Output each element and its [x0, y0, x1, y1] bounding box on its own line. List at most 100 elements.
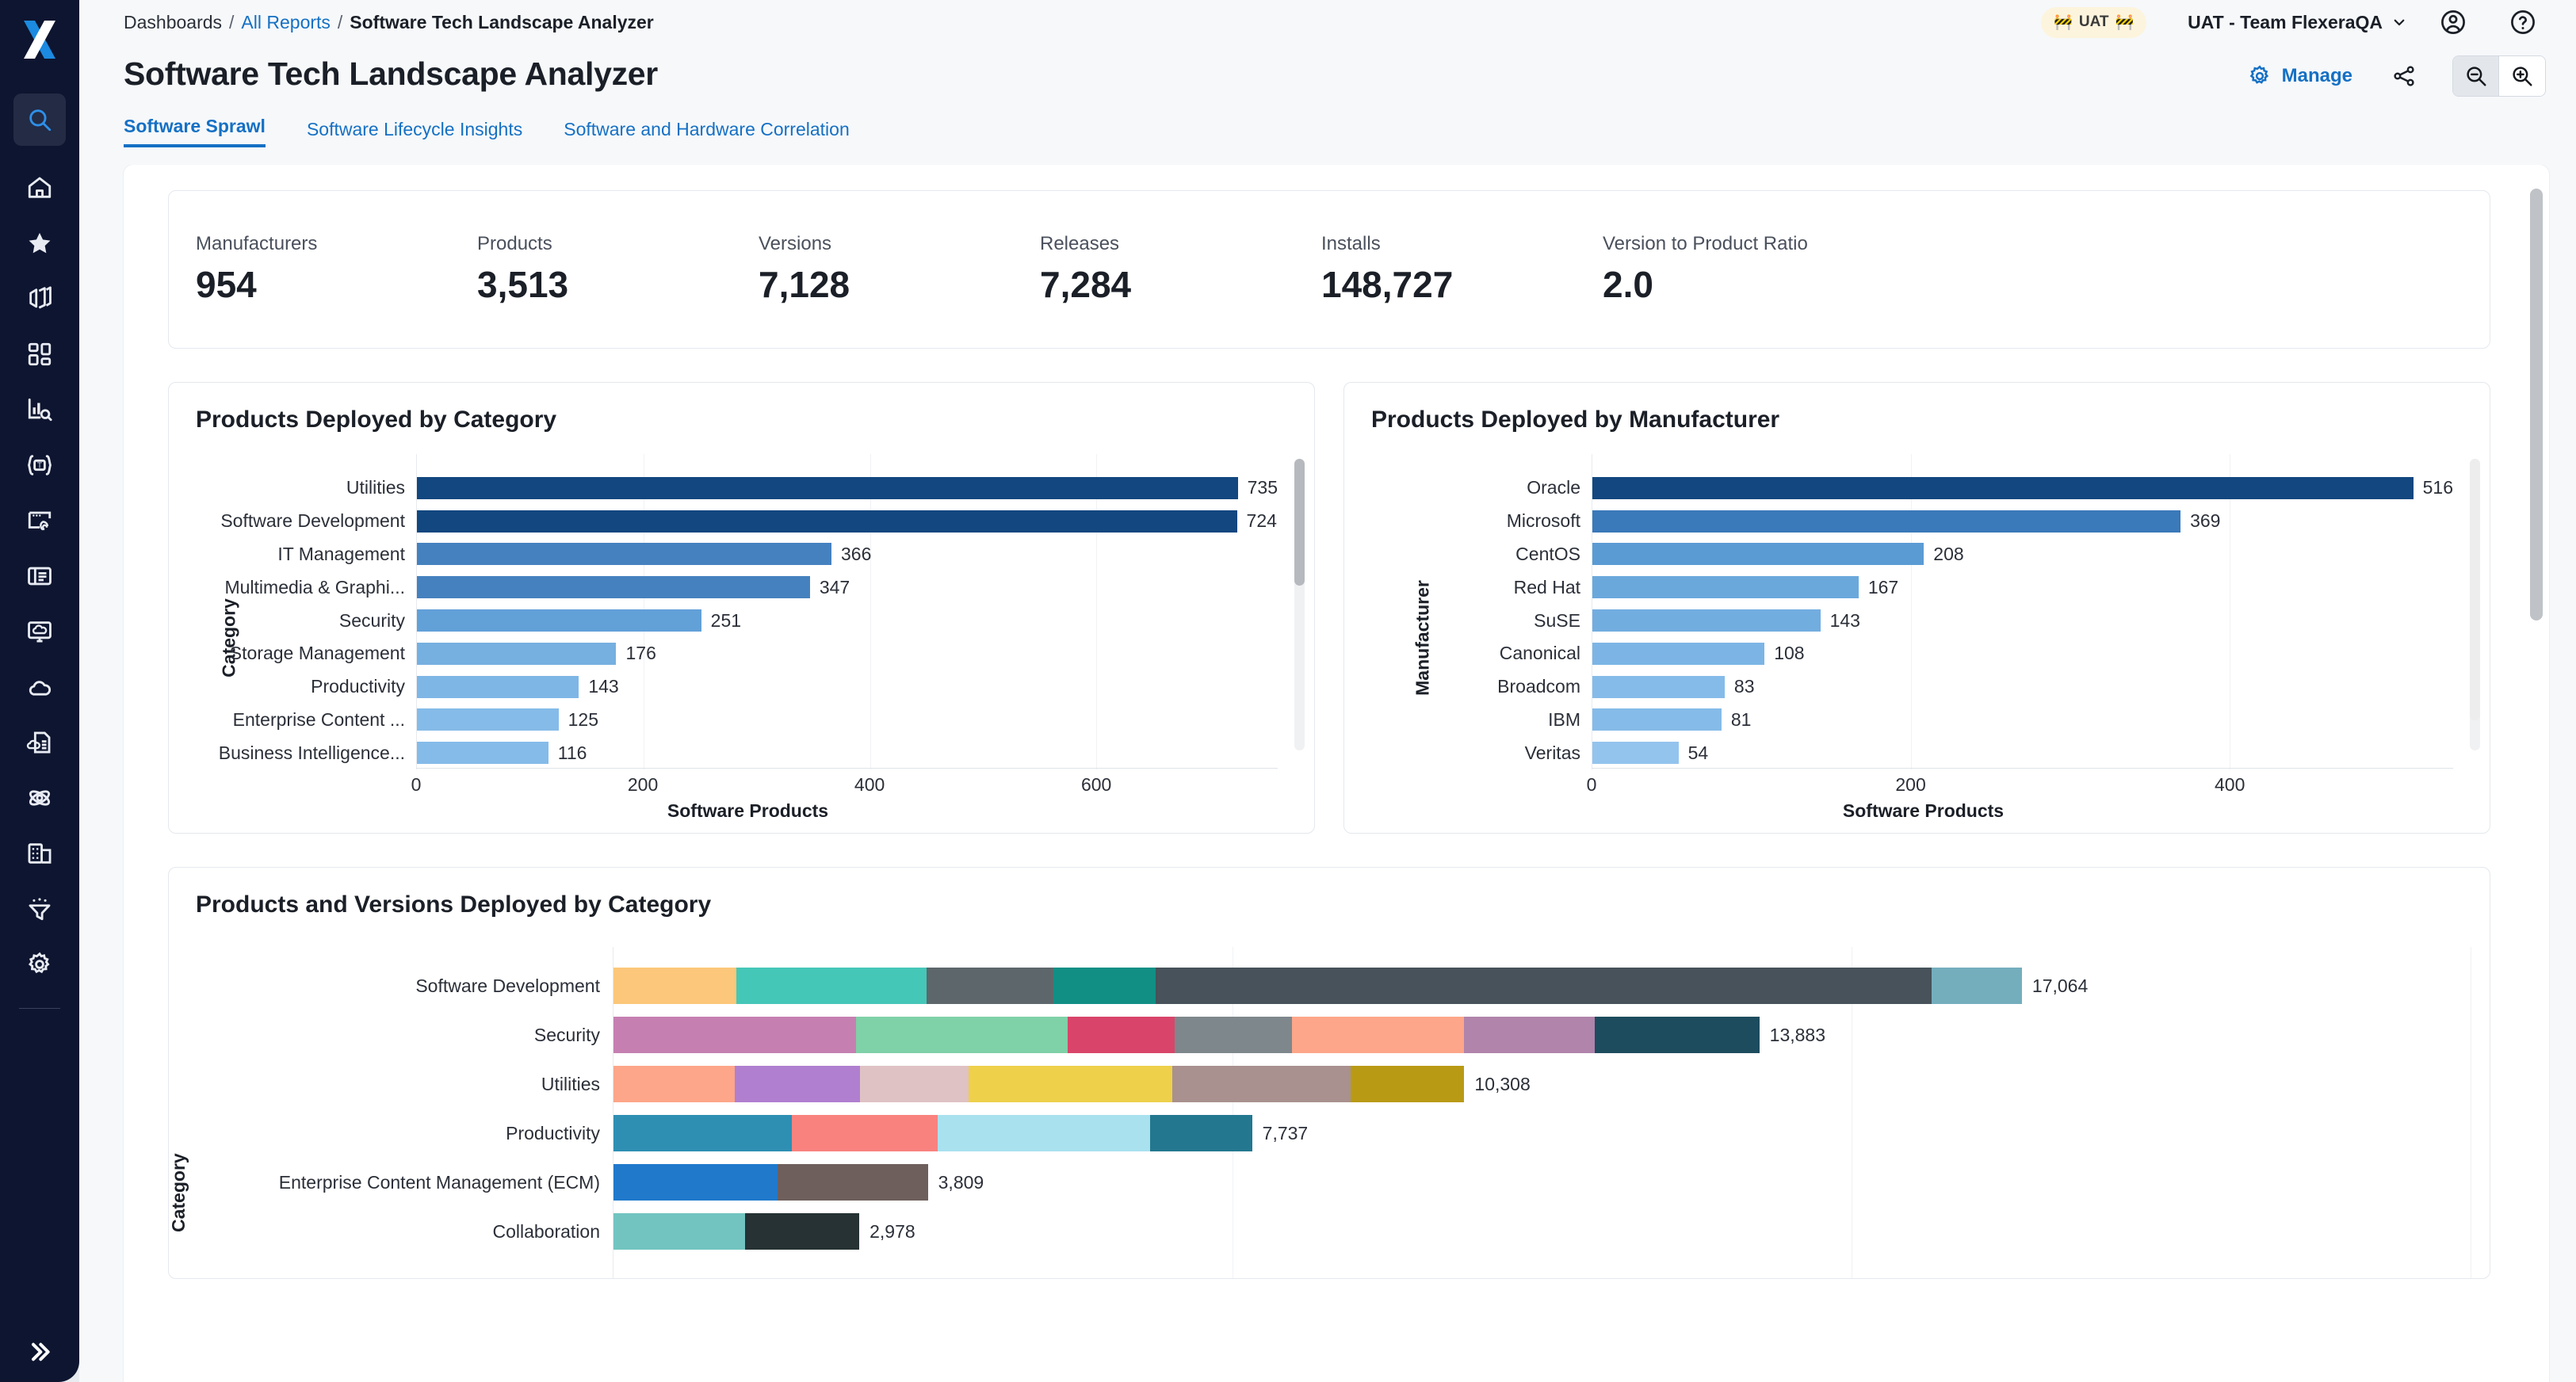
stacked-bar[interactable]: [613, 1115, 1252, 1151]
stacked-bar-segment[interactable]: [778, 1164, 928, 1201]
sidebar-item-report-explorer[interactable]: [13, 384, 66, 436]
stacked-bar-segment[interactable]: [1464, 1017, 1595, 1053]
bar-row[interactable]: 366: [417, 538, 1278, 571]
sidebar-expand-button[interactable]: [0, 1339, 79, 1365]
bar[interactable]: [1592, 576, 1859, 599]
share-button[interactable]: [2392, 64, 2416, 88]
bar[interactable]: [1592, 708, 1722, 731]
stacked-bar[interactable]: [613, 1017, 1760, 1053]
stacked-bar-row[interactable]: 10,308: [613, 1059, 2471, 1109]
stacked-bar-segment[interactable]: [1172, 1066, 1351, 1102]
sidebar-item-settings[interactable]: [13, 938, 66, 991]
bar[interactable]: [417, 708, 559, 731]
bar-row[interactable]: 83: [1592, 670, 2453, 704]
stacked-bar-segment[interactable]: [1292, 1017, 1465, 1053]
bar[interactable]: [1592, 609, 1821, 632]
sidebar-item-technology[interactable]: [13, 772, 66, 824]
bar-row[interactable]: 369: [1592, 505, 2453, 538]
bar-row[interactable]: 724: [417, 505, 1278, 538]
stacked-bar[interactable]: [613, 1164, 928, 1201]
zoom-in-button[interactable]: [2499, 56, 2545, 96]
account-button[interactable]: [2430, 0, 2476, 45]
stacked-bar[interactable]: [613, 1213, 860, 1250]
sidebar-item-layers[interactable]: [13, 273, 66, 325]
stacked-bar-segment[interactable]: [613, 1017, 857, 1053]
bar-row[interactable]: 125: [417, 703, 1278, 736]
bar[interactable]: [417, 642, 617, 665]
sidebar-item-cloud-monitor[interactable]: [13, 605, 66, 658]
manage-button[interactable]: Manage: [2248, 64, 2352, 88]
bar-row[interactable]: 116: [417, 736, 1278, 769]
bar[interactable]: [1592, 543, 1924, 566]
stacked-bar-row[interactable]: 17,064: [613, 961, 2471, 1010]
bar[interactable]: [1592, 642, 1765, 665]
bar[interactable]: [417, 510, 1237, 533]
bar-row[interactable]: 347: [417, 571, 1278, 604]
stacked-bar-segment[interactable]: [791, 1115, 938, 1151]
sidebar-item-identity[interactable]: [13, 494, 66, 547]
bar-row[interactable]: 167: [1592, 571, 2453, 604]
stacked-bar-segment[interactable]: [613, 1115, 792, 1151]
stacked-bar-row[interactable]: 3,809: [613, 1158, 2471, 1207]
tab-software-and-hardware-correlation[interactable]: Software and Hardware Correlation: [564, 119, 850, 147]
stacked-bar-segment[interactable]: [1068, 1017, 1175, 1053]
stacked-bar-segment[interactable]: [1156, 968, 1932, 1004]
bar-row[interactable]: 143: [1592, 604, 2453, 637]
stacked-bar-segment[interactable]: [613, 968, 737, 1004]
breadcrumb-all-reports[interactable]: All Reports: [241, 12, 330, 33]
sidebar-item-organizations[interactable]: [13, 827, 66, 880]
stacked-bar-segment[interactable]: [1149, 1115, 1252, 1151]
bar-row[interactable]: 208: [1592, 538, 2453, 571]
chart-scrollbar[interactable]: [2470, 459, 2480, 750]
bar[interactable]: [417, 742, 548, 765]
bar-row[interactable]: 735: [417, 471, 1278, 505]
bar[interactable]: [417, 576, 810, 599]
sidebar-item-dashboards[interactable]: [13, 328, 66, 380]
tab-software-lifecycle-insights[interactable]: Software Lifecycle Insights: [307, 119, 522, 147]
bar-row[interactable]: 108: [1592, 637, 2453, 670]
bar-row[interactable]: 176: [417, 637, 1278, 670]
stacked-bar-segment[interactable]: [856, 1017, 1068, 1053]
bar-row[interactable]: 516: [1592, 471, 2453, 505]
stacked-bar-segment[interactable]: [1174, 1017, 1293, 1053]
bar[interactable]: [1592, 675, 1725, 698]
sidebar-item-home[interactable]: [13, 162, 66, 214]
bar-row[interactable]: 143: [417, 670, 1278, 704]
stacked-bar-segment[interactable]: [613, 1066, 736, 1102]
sidebar-item-filters[interactable]: [13, 883, 66, 935]
bar[interactable]: [417, 609, 701, 632]
sidebar-item-tokens[interactable]: T: [13, 439, 66, 491]
bar[interactable]: [417, 675, 579, 698]
stacked-bar-row[interactable]: 13,883: [613, 1010, 2471, 1059]
help-button[interactable]: [2500, 0, 2546, 45]
stacked-bar-segment[interactable]: [969, 1066, 1173, 1102]
sidebar-item-cloud[interactable]: [13, 661, 66, 713]
bar[interactable]: [417, 543, 831, 566]
bar[interactable]: [417, 476, 1238, 499]
stacked-bar-row[interactable]: 7,737: [613, 1109, 2471, 1158]
tenant-selector[interactable]: UAT - Team FlexeraQA: [2188, 12, 2406, 33]
zoom-out-button[interactable]: [2453, 56, 2499, 96]
breadcrumb-dashboards[interactable]: Dashboards: [124, 12, 222, 33]
stacked-bar[interactable]: [613, 968, 2022, 1004]
page-scrollbar[interactable]: [2530, 189, 2543, 1382]
stacked-bar-segment[interactable]: [1053, 968, 1156, 1004]
stacked-bar-row[interactable]: 2,978: [613, 1207, 2471, 1256]
stacked-bar-segment[interactable]: [1931, 968, 2022, 1004]
app-logo[interactable]: [0, 0, 79, 79]
bar-row[interactable]: 81: [1592, 703, 2453, 736]
bar[interactable]: [1592, 742, 1679, 765]
stacked-bar-segment[interactable]: [938, 1115, 1150, 1151]
chart-scrollbar[interactable]: [1294, 459, 1305, 750]
stacked-bar-segment[interactable]: [1594, 1017, 1760, 1053]
stacked-bar-segment[interactable]: [736, 968, 927, 1004]
bar-row[interactable]: 251: [417, 604, 1278, 637]
stacked-bar-segment[interactable]: [735, 1066, 861, 1102]
stacked-bar-segment[interactable]: [860, 1066, 969, 1102]
sidebar-item-search[interactable]: [13, 94, 66, 146]
stacked-bar[interactable]: [613, 1066, 1465, 1102]
stacked-bar-segment[interactable]: [1350, 1066, 1465, 1102]
tab-software-sprawl[interactable]: Software Sprawl: [124, 116, 266, 147]
sidebar-item-favorites[interactable]: [13, 217, 66, 269]
bar-row[interactable]: 54: [1592, 736, 2453, 769]
